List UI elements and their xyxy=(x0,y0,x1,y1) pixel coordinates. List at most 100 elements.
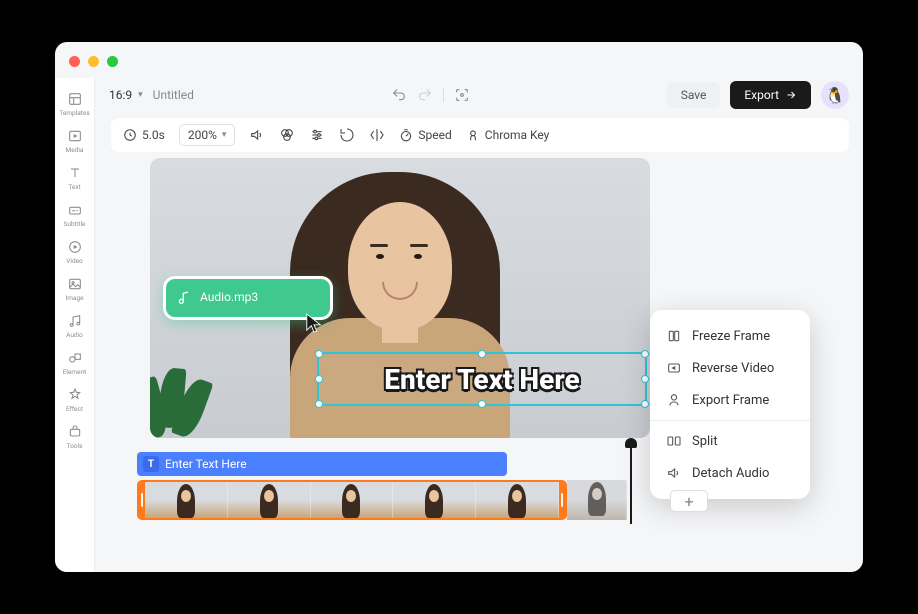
menu-item-export-frame[interactable]: Export Frame xyxy=(650,384,810,416)
resize-handle[interactable] xyxy=(315,350,323,358)
sidebar-item-media[interactable]: Media xyxy=(55,123,95,160)
text-overlay-selection[interactable]: Enter Text Here xyxy=(317,352,647,406)
minimize-window-icon[interactable] xyxy=(88,56,99,67)
export-button[interactable]: Export xyxy=(730,81,811,109)
video-clip-selected[interactable] xyxy=(137,480,567,520)
chevron-down-icon: ▾ xyxy=(138,90,143,100)
chroma-key-button[interactable]: Chroma Key xyxy=(466,128,550,142)
sidebar-label: Media xyxy=(66,146,84,154)
save-button[interactable]: Save xyxy=(667,82,721,108)
chevron-down-icon: ▾ xyxy=(222,130,227,140)
resize-handle[interactable] xyxy=(478,350,486,358)
media-icon xyxy=(67,128,83,144)
add-clip-button[interactable]: + xyxy=(670,490,708,512)
plant-decoration xyxy=(150,318,230,438)
text-overlay-content[interactable]: Enter Text Here xyxy=(384,363,579,396)
menu-label: Detach Audio xyxy=(692,466,769,481)
speed-icon xyxy=(399,128,413,142)
sidebar-item-templates[interactable]: Templates xyxy=(55,86,95,123)
sidebar-item-element[interactable]: Element xyxy=(55,345,95,382)
sidebar-item-image[interactable]: Image xyxy=(55,271,95,308)
volume-icon[interactable] xyxy=(249,127,265,143)
menu-divider xyxy=(650,420,810,421)
sidebar-item-subtitle[interactable]: Subtitle xyxy=(55,197,95,234)
effect-icon xyxy=(67,387,83,403)
resize-handle[interactable] xyxy=(641,375,649,383)
sidebar-label: Text xyxy=(68,183,80,191)
sidebar-label: Tools xyxy=(67,442,83,450)
resize-handle[interactable] xyxy=(315,400,323,408)
image-icon xyxy=(67,276,83,292)
sidebar-label: Element xyxy=(63,368,87,376)
export-frame-icon xyxy=(666,392,682,408)
resize-handle[interactable] xyxy=(315,375,323,383)
speed-button[interactable]: Speed xyxy=(399,128,451,142)
user-avatar[interactable]: 🐧 xyxy=(821,81,849,109)
video-icon xyxy=(67,239,83,255)
menu-label: Split xyxy=(692,434,718,449)
aspect-ratio-value: 16:9 xyxy=(109,88,132,102)
timeline-text-track[interactable]: T Enter Text Here xyxy=(137,452,507,476)
resize-handle[interactable] xyxy=(641,400,649,408)
menu-item-reverse-video[interactable]: Reverse Video xyxy=(650,352,810,384)
context-menu: Freeze Frame Reverse Video Export Frame … xyxy=(650,310,810,499)
tools-icon xyxy=(67,424,83,440)
menu-item-freeze-frame[interactable]: Freeze Frame xyxy=(650,320,810,352)
export-label: Export xyxy=(744,88,779,102)
audio-filename: Audio.mp3 xyxy=(200,290,320,304)
text-track-label: Enter Text Here xyxy=(165,457,247,471)
sidebar-item-text[interactable]: Text xyxy=(55,160,95,197)
clip-trim-handle-right[interactable] xyxy=(559,482,565,518)
adjust-icon[interactable] xyxy=(309,127,325,143)
timeline-video-track xyxy=(137,480,627,520)
app-window: Templates Media Text Subtitle Video Imag… xyxy=(55,42,863,572)
cursor-icon xyxy=(305,312,323,334)
aspect-ratio-select[interactable]: 16:9 ▾ xyxy=(109,88,143,102)
sidebar-label: Subtitle xyxy=(64,220,86,228)
clock-icon xyxy=(123,128,137,142)
color-icon[interactable] xyxy=(279,127,295,143)
music-note-icon xyxy=(176,290,192,306)
sidebar-item-video[interactable]: Video xyxy=(55,234,95,271)
templates-icon xyxy=(67,91,83,107)
sidebar-label: Templates xyxy=(59,109,89,117)
timeline-playhead[interactable] xyxy=(630,442,632,524)
sidebar-label: Video xyxy=(66,257,83,265)
sidebar-item-audio[interactable]: Audio xyxy=(55,308,95,345)
sidebar-label: Image xyxy=(65,294,83,302)
menu-label: Export Frame xyxy=(692,393,769,408)
audio-icon xyxy=(67,313,83,329)
menu-label: Freeze Frame xyxy=(692,329,770,344)
focus-icon[interactable] xyxy=(454,87,470,103)
sidebar-item-effect[interactable]: Effect xyxy=(55,382,95,419)
menu-item-split[interactable]: Split xyxy=(650,425,810,457)
text-track-icon: T xyxy=(143,456,159,472)
zoom-select[interactable]: 200% ▾ xyxy=(179,124,236,146)
reverse-icon xyxy=(666,360,682,376)
resize-handle[interactable] xyxy=(478,400,486,408)
flip-icon[interactable] xyxy=(369,127,385,143)
sidebar-label: Audio xyxy=(66,331,83,339)
rotate-icon[interactable] xyxy=(339,127,355,143)
detach-audio-icon xyxy=(666,465,682,481)
speed-label: Speed xyxy=(418,128,451,142)
traffic-lights xyxy=(69,56,118,67)
maximize-window-icon[interactable] xyxy=(107,56,118,67)
topbar: 16:9 ▾ Untitled Save Export 🐧 xyxy=(95,78,863,112)
document-title[interactable]: Untitled xyxy=(153,88,194,102)
split-icon xyxy=(666,433,682,449)
zoom-value: 200% xyxy=(188,128,217,142)
sidebar-item-tools[interactable]: Tools xyxy=(55,419,95,456)
clip-thumbnails xyxy=(145,482,559,518)
freeze-icon xyxy=(666,328,682,344)
canvas-toolbar: 5.0s 200% ▾ Speed Chroma Key xyxy=(111,118,849,152)
menu-item-detach-audio[interactable]: Detach Audio xyxy=(650,457,810,489)
redo-icon[interactable] xyxy=(417,87,433,103)
resize-handle[interactable] xyxy=(641,350,649,358)
time-indicator[interactable]: 5.0s xyxy=(123,128,165,142)
video-clip-unselected[interactable] xyxy=(567,480,627,520)
subtitle-icon xyxy=(67,202,83,218)
close-window-icon[interactable] xyxy=(69,56,80,67)
time-value: 5.0s xyxy=(142,128,165,142)
undo-icon[interactable] xyxy=(391,87,407,103)
